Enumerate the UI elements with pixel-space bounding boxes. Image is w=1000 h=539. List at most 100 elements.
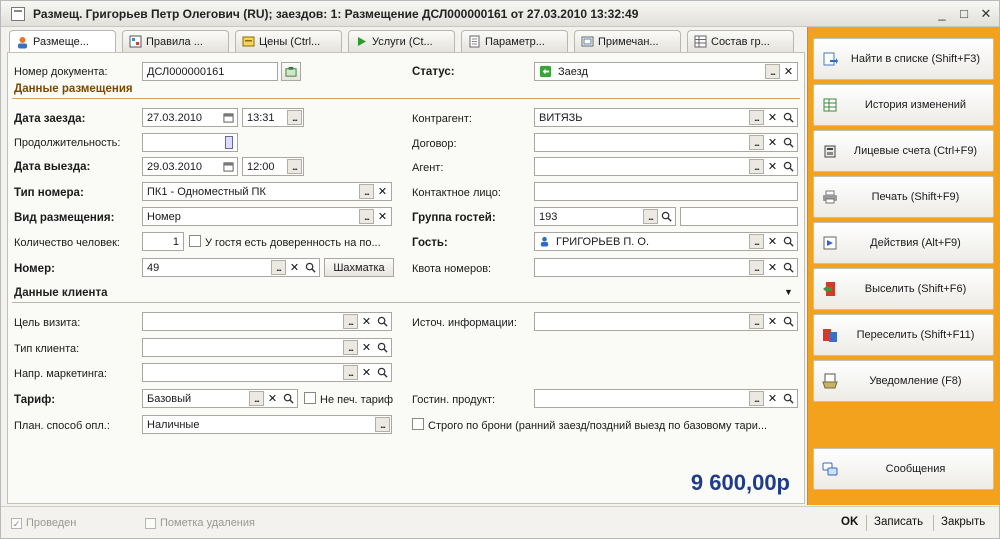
room-quota-select-button[interactable]: ... [749, 260, 764, 275]
client-type-field[interactable]: ... ✕ [142, 338, 392, 357]
tab-rules[interactable]: Правила ... [122, 30, 229, 52]
checkin-time-select-button[interactable]: ... [287, 110, 302, 125]
actions-button[interactable]: Действия (Alt+F9) [813, 222, 994, 264]
power-of-attorney-checkbox[interactable] [189, 235, 201, 247]
tab-prices[interactable]: Цены (Ctrl... [235, 30, 342, 52]
search-icon[interactable] [781, 314, 796, 329]
search-icon[interactable] [781, 135, 796, 150]
room-quota-field[interactable]: ... ✕ [534, 258, 798, 277]
edit-number-button[interactable] [281, 62, 301, 81]
guest-group-field[interactable]: 193 ... [534, 207, 676, 226]
counterparty-select-button[interactable]: ... [749, 110, 764, 125]
status-clear-button[interactable]: ✕ [781, 64, 796, 79]
no-print-tariff-checkbox[interactable] [304, 392, 316, 404]
relocate-button[interactable]: Переселить (Shift+F11) [813, 314, 994, 356]
search-icon[interactable] [375, 365, 390, 380]
room-type-select-button[interactable]: ... [359, 184, 374, 199]
search-icon[interactable] [781, 391, 796, 406]
contract-field[interactable]: ... ✕ [534, 133, 798, 152]
chess-view-button[interactable]: Шахматка [324, 258, 394, 277]
payment-select-button[interactable]: ... [375, 417, 390, 432]
duration-spinner[interactable] [225, 136, 233, 149]
checkout-time-field[interactable]: 12:00 ... [242, 157, 304, 176]
save-button[interactable]: Записать [874, 516, 923, 528]
search-icon[interactable] [659, 209, 674, 224]
guest-clear-button[interactable]: ✕ [765, 234, 780, 249]
check-out-button[interactable]: Выселить (Shift+F6) [813, 268, 994, 310]
notification-button[interactable]: Уведомление (F8) [813, 360, 994, 402]
find-in-list-button[interactable]: Найти в списке (Shift+F3) [813, 38, 994, 80]
contract-clear-button[interactable]: ✕ [765, 135, 780, 150]
calendar-icon[interactable] [221, 110, 236, 125]
agent-clear-button[interactable]: ✕ [765, 159, 780, 174]
calendar-icon[interactable] [221, 159, 236, 174]
tab-group-members[interactable]: Состав гр... [687, 30, 794, 52]
hotel-product-field[interactable]: ... ✕ [534, 389, 798, 408]
contact-field[interactable] [534, 182, 798, 201]
info-source-field[interactable]: ... ✕ [534, 312, 798, 331]
tab-notes[interactable]: Примечан... [574, 30, 681, 52]
info-source-clear-button[interactable]: ✕ [765, 314, 780, 329]
search-icon[interactable] [303, 260, 318, 275]
client-type-select-button[interactable]: ... [343, 340, 358, 355]
marketing-clear-button[interactable]: ✕ [359, 365, 374, 380]
status-field[interactable]: Заезд ... ✕ [534, 62, 798, 81]
info-source-select-button[interactable]: ... [749, 314, 764, 329]
room-field[interactable]: 49 ... ✕ [142, 258, 320, 277]
agent-field[interactable]: ... ✕ [534, 157, 798, 176]
guest-group-select-button[interactable]: ... [643, 209, 658, 224]
print-button[interactable]: Печать (Shift+F9) [813, 176, 994, 218]
visit-purpose-select-button[interactable]: ... [343, 314, 358, 329]
agent-select-button[interactable]: ... [749, 159, 764, 174]
people-count-field[interactable]: 1 [142, 232, 184, 251]
checkin-date-field[interactable]: 27.03.2010 [142, 108, 238, 127]
search-icon[interactable] [281, 391, 296, 406]
change-history-button[interactable]: История изменений [813, 84, 994, 126]
client-type-clear-button[interactable]: ✕ [359, 340, 374, 355]
room-type-field[interactable]: ПК1 - Одноместный ПК ... ✕ [142, 182, 392, 201]
checkin-time-field[interactable]: 13:31 ... [242, 108, 304, 127]
search-icon[interactable] [375, 314, 390, 329]
guest-group-extra-field[interactable] [680, 207, 798, 226]
ok-button[interactable]: OK [841, 516, 858, 528]
room-select-button[interactable]: ... [271, 260, 286, 275]
visit-purpose-clear-button[interactable]: ✕ [359, 314, 374, 329]
contract-select-button[interactable]: ... [749, 135, 764, 150]
placement-type-clear-button[interactable]: ✕ [375, 209, 390, 224]
tab-placement[interactable]: Размеще... [9, 30, 116, 53]
status-select-button[interactable]: ... [765, 64, 780, 79]
marketing-select-button[interactable]: ... [343, 365, 358, 380]
maximize-button[interactable]: □ [955, 6, 973, 21]
room-clear-button[interactable]: ✕ [287, 260, 302, 275]
counterparty-field[interactable]: ВИТЯЗЬ ... ✕ [534, 108, 798, 127]
tariff-clear-button[interactable]: ✕ [265, 391, 280, 406]
search-icon[interactable] [781, 159, 796, 174]
search-icon[interactable] [781, 260, 796, 275]
strict-booking-checkbox[interactable] [412, 418, 424, 430]
close-button[interactable]: ✕ [977, 6, 995, 22]
collapse-arrow-icon[interactable]: ▼ [784, 287, 793, 297]
search-icon[interactable] [781, 110, 796, 125]
placement-type-select-button[interactable]: ... [359, 209, 374, 224]
duration-field[interactable]: 2 [142, 133, 238, 152]
tab-parameters[interactable]: Параметр... [461, 30, 568, 52]
search-icon[interactable] [781, 234, 796, 249]
personal-accounts-button[interactable]: Лицевые счета (Ctrl+F9) [813, 130, 994, 172]
tariff-select-button[interactable]: ... [249, 391, 264, 406]
doc-number-field[interactable]: ДСЛ000000161 [142, 62, 278, 81]
guest-select-button[interactable]: ... [749, 234, 764, 249]
guest-field[interactable]: ГРИГОРЬЕВ П. О. ... ✕ [534, 232, 798, 251]
tariff-field[interactable]: Базовый ... ✕ [142, 389, 298, 408]
checkout-time-select-button[interactable]: ... [287, 159, 302, 174]
close-window-button[interactable]: Закрыть [941, 516, 985, 528]
minimize-button[interactable]: _ [933, 6, 951, 21]
tab-services[interactable]: Услуги (Ct... [348, 30, 455, 52]
visit-purpose-field[interactable]: ... ✕ [142, 312, 392, 331]
room-type-clear-button[interactable]: ✕ [375, 184, 390, 199]
placement-type-field[interactable]: Номер ... ✕ [142, 207, 392, 226]
checkout-date-field[interactable]: 29.03.2010 [142, 157, 238, 176]
hotel-product-clear-button[interactable]: ✕ [765, 391, 780, 406]
search-icon[interactable] [375, 340, 390, 355]
messages-button[interactable]: Сообщения [813, 448, 994, 490]
hotel-product-select-button[interactable]: ... [749, 391, 764, 406]
